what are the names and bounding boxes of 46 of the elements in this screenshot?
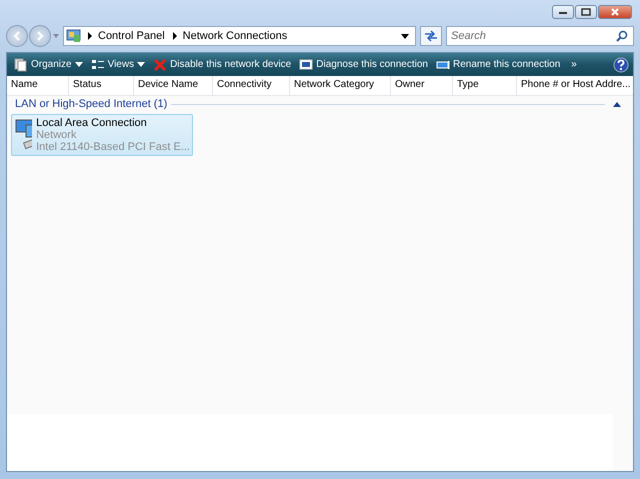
column-header[interactable]: Connectivity (213, 76, 290, 95)
connection-status: Network (36, 129, 78, 141)
maximize-icon (581, 8, 591, 16)
column-header[interactable]: Phone # or Host Addre... (517, 76, 633, 95)
column-header[interactable]: Type (453, 76, 517, 95)
toolbar-button[interactable]: Disable this network device (150, 54, 294, 75)
column-header[interactable]: Status (69, 76, 134, 95)
search-field[interactable]: Search (446, 26, 634, 46)
views-icon (90, 58, 105, 72)
back-button[interactable] (6, 25, 28, 47)
forward-button[interactable] (29, 25, 51, 47)
control-panel-icon (66, 28, 82, 44)
column-header[interactable]: Owner (391, 76, 453, 95)
minimize-icon (558, 9, 568, 15)
breadcrumb[interactable]: Control Panel (98, 30, 165, 42)
refresh-button[interactable] (420, 26, 442, 46)
breadcrumb[interactable]: Network Connections (182, 30, 288, 42)
close-icon (610, 8, 620, 16)
device-name: Intel 21140-Based PCI Fast E... (36, 141, 190, 153)
toolbar-button[interactable]: Diagnose this connection (296, 54, 431, 75)
connection-tile[interactable]: Local Area Connection Network Intel 21140-Based PCI Fast E... (11, 114, 193, 156)
collapse-icon[interactable] (613, 102, 621, 106)
chevron-icon[interactable] (172, 32, 178, 40)
address-bar[interactable]: Control Panel Network Connections (63, 26, 416, 46)
menu-button[interactable]: Views (88, 54, 148, 75)
pages-icon (14, 58, 28, 72)
monitor-icon (299, 58, 314, 72)
cross-icon (153, 58, 168, 72)
help-icon[interactable] (613, 56, 629, 72)
caret-icon[interactable] (401, 34, 409, 38)
column-header[interactable]: Name (7, 76, 69, 95)
close-button[interactable] (598, 5, 632, 19)
maximize-button[interactable] (575, 5, 597, 19)
refresh-icon (424, 30, 438, 42)
minimize-button[interactable] (552, 5, 574, 19)
caret-icon (74, 62, 83, 67)
search-icon[interactable] (616, 30, 628, 42)
toolbar-button[interactable]: Rename this connection (433, 54, 564, 75)
menu-button[interactable]: Organize (11, 54, 86, 75)
column-header[interactable]: Device Name (134, 76, 213, 95)
chevron-icon[interactable] (87, 32, 93, 40)
caret-icon (137, 62, 146, 67)
connection-name: Local Area Connection (36, 117, 148, 129)
more-button[interactable]: » (565, 54, 583, 75)
group-header[interactable]: LAN or High-Speed Internet (1) (15, 98, 168, 110)
column-header[interactable]: Network Category (290, 76, 391, 95)
